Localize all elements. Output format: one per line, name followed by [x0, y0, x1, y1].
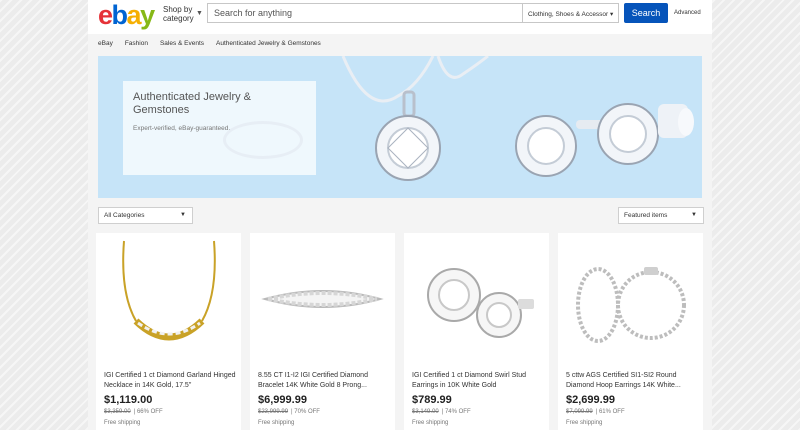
product-price: $6,999.99: [258, 394, 307, 406]
product-price: $789.99: [412, 394, 452, 406]
logo-letter-b: b: [111, 0, 129, 30]
shipping-info: Free shipping: [412, 420, 449, 426]
banner-subtitle: Expert-verified, eBay-guaranteed.: [133, 125, 231, 132]
promo-banner[interactable]: Authenticated Jewelry & Gemstones Expert…: [98, 56, 702, 198]
product-title[interactable]: 8.55 CT I1-I2 IGI Certified Diamond Brac…: [258, 371, 390, 391]
sort-dropdown[interactable]: Featured items ▼: [618, 207, 704, 224]
breadcrumb-fashion[interactable]: Fashion: [125, 34, 148, 54]
category-label: category: [163, 14, 194, 23]
shop-by-label: Shop by: [163, 5, 193, 14]
ebay-logo[interactable]: ebay: [98, 0, 155, 30]
search-input[interactable]: [208, 4, 522, 22]
necklace-icon: [122, 240, 216, 341]
search-category-select[interactable]: Clothing, Shoes & Accessor ▾: [522, 4, 618, 22]
breadcrumb-jewelry[interactable]: Authenticated Jewelry & Gemstones: [216, 34, 321, 54]
discount-badge: 66% OFF: [136, 409, 163, 415]
product-original-price: $3,149.00 | 74% OFF: [412, 409, 471, 415]
product-title[interactable]: 5 cttw AGS Certified SI1-SI2 Round Diamo…: [566, 371, 698, 391]
earrings-icon: [427, 268, 534, 338]
diamond-pendant-icon: [341, 56, 489, 181]
product-card[interactable]: IGI Certified 1 ct Diamond Swirl Stud Ea…: [404, 233, 549, 430]
banner-title: Authenticated Jewelry & Gemstones: [133, 91, 252, 116]
discount-badge: 74% OFF: [444, 409, 471, 415]
shipping-info: Free shipping: [104, 420, 141, 426]
breadcrumb-ebay[interactable]: eBay: [98, 34, 113, 54]
product-original-price: $3,359.00 | 66% OFF: [104, 409, 163, 415]
discount-badge: 70% OFF: [294, 409, 320, 415]
header: ebay Shop by category ▼ Clothing, Shoes …: [88, 0, 712, 34]
product-title[interactable]: IGI Certified 1 ct Diamond Garland Hinge…: [104, 371, 236, 391]
chevron-down-icon: ▼: [196, 10, 203, 17]
sort-value: Featured items: [624, 212, 668, 219]
chevron-down-icon: ▾: [610, 11, 614, 18]
chevron-down-icon: ▼: [691, 212, 697, 218]
category-filter-value: All Categories: [104, 212, 145, 219]
product-card[interactable]: IGI Certified 1 ct Diamond Garland Hinge…: [96, 233, 241, 430]
banner-text-card: Authenticated Jewelry & Gemstones Expert…: [123, 81, 316, 175]
product-card[interactable]: 8.55 CT I1-I2 IGI Certified Diamond Brac…: [250, 233, 395, 430]
logo-letter-y: y: [140, 0, 155, 30]
breadcrumb: eBay Fashion Sales & Events Authenticate…: [88, 34, 712, 54]
strikethrough-price: $7,099.99: [566, 409, 593, 415]
product-price: $1,119.00: [104, 394, 153, 406]
category-filter-dropdown[interactable]: All Categories ▼: [98, 207, 193, 224]
search-bar: Clothing, Shoes & Accessor ▾: [207, 3, 619, 23]
product-card[interactable]: 5 cttw AGS Certified SI1-SI2 Round Diamo…: [558, 233, 703, 430]
product-price: $2,699.99: [566, 394, 615, 406]
hoop-earrings-icon: [576, 267, 686, 343]
product-title[interactable]: IGI Certified 1 ct Diamond Swirl Stud Ea…: [412, 371, 544, 391]
breadcrumb-sales-events[interactable]: Sales & Events: [160, 34, 204, 54]
diamond-earrings-icon: [515, 103, 694, 177]
strikethrough-price: $3,359.00: [104, 409, 131, 415]
search-category-value: Clothing, Shoes & Accessor: [528, 11, 609, 18]
logo-letter-a: a: [126, 0, 142, 30]
strikethrough-price: $3,149.00: [412, 409, 439, 415]
ring-icon: [223, 121, 303, 159]
chevron-down-icon: ▼: [180, 212, 186, 218]
shop-by-category-button[interactable]: Shop by category ▼: [163, 5, 203, 23]
page: ebay Shop by category ▼ Clothing, Shoes …: [88, 0, 712, 430]
shipping-info: Free shipping: [258, 420, 295, 426]
discount-badge: 61% OFF: [598, 409, 625, 415]
bracelet-icon: [261, 290, 384, 308]
shipping-info: Free shipping: [566, 420, 603, 426]
advanced-search-link[interactable]: Advanced: [674, 10, 701, 16]
strikethrough-price: $23,999.99: [258, 409, 289, 415]
search-button[interactable]: Search: [624, 3, 668, 23]
logo-letter-e: e: [98, 0, 113, 30]
product-original-price: $7,099.99 | 61% OFF: [566, 409, 625, 415]
product-original-price: $23,999.99 | 70% OFF: [258, 409, 320, 415]
